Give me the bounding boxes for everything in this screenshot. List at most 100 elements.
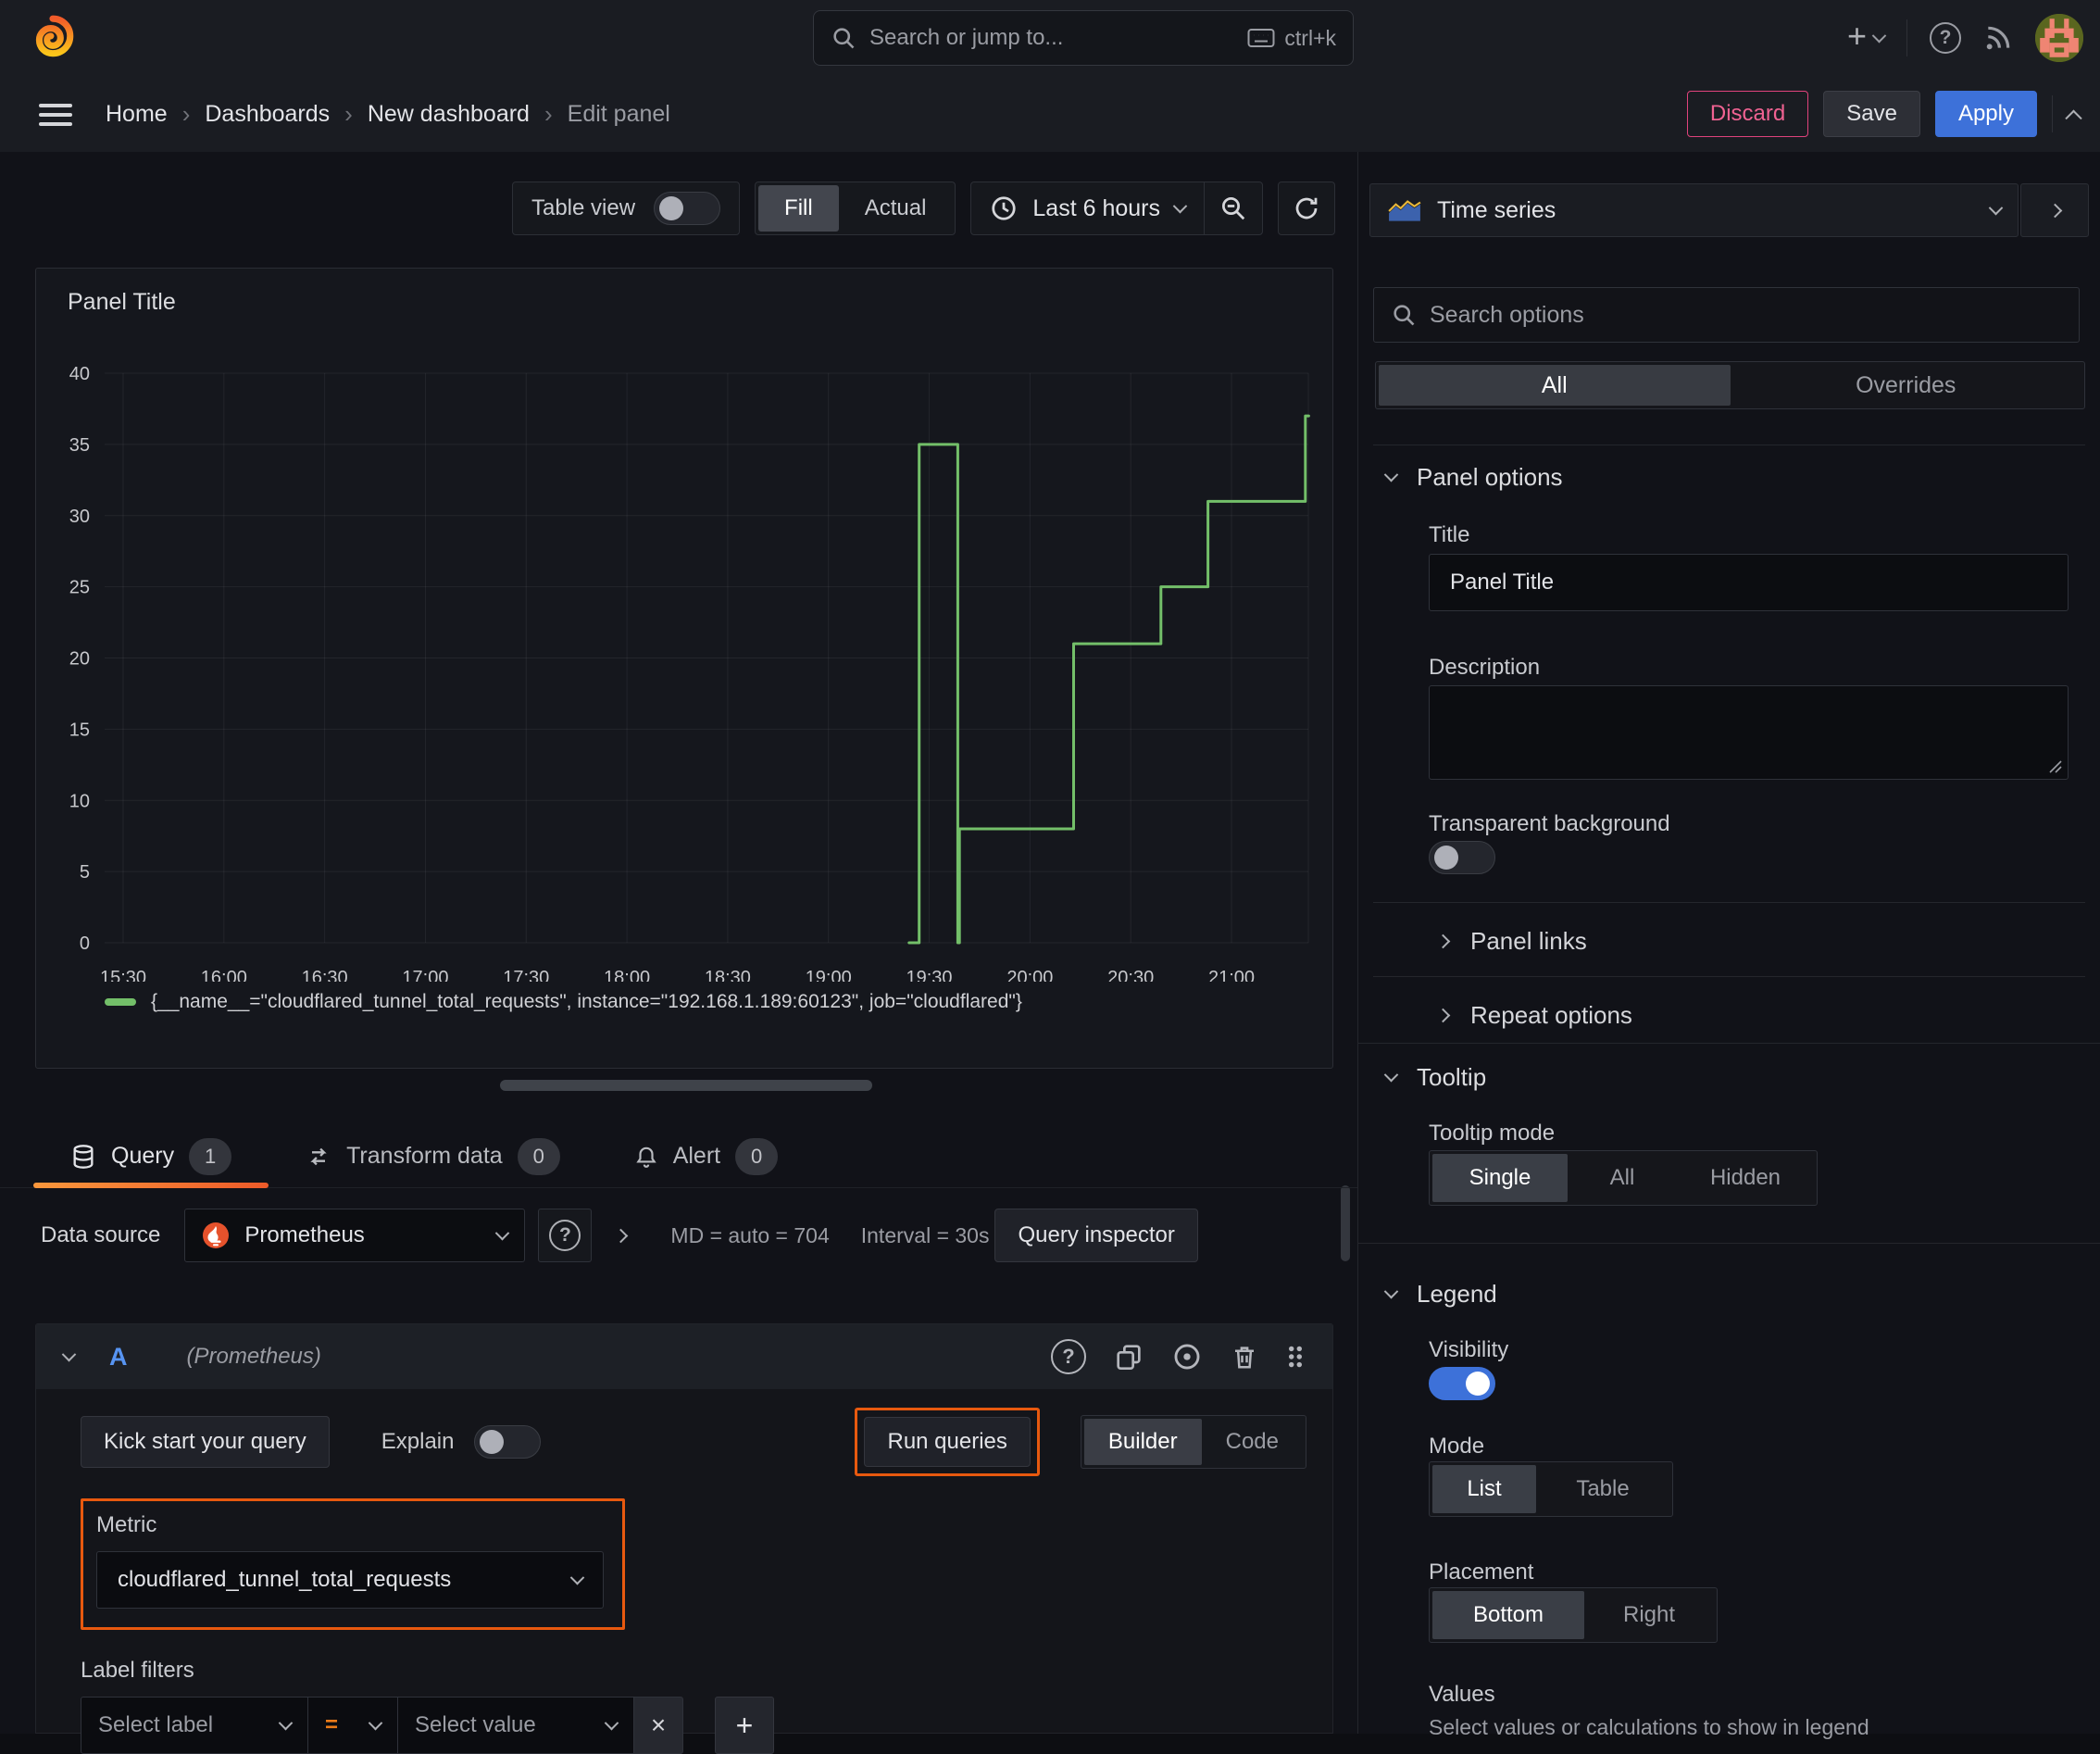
chevron-down-icon	[1871, 28, 1887, 43]
operator-value: =	[325, 1712, 339, 1737]
legend-list-option[interactable]: List	[1432, 1465, 1536, 1513]
delete-query-trash-icon[interactable]	[1231, 1342, 1258, 1372]
tooltip-all-option[interactable]: All	[1568, 1154, 1677, 1202]
breadcrumb-home[interactable]: Home	[106, 101, 168, 128]
apply-button[interactable]: Apply	[1934, 91, 2037, 137]
grafana-logo-icon[interactable]	[30, 15, 76, 61]
legend-mode-segment: List Table	[1429, 1461, 1673, 1517]
description-textarea[interactable]	[1429, 685, 2069, 780]
svg-text:25: 25	[69, 578, 90, 598]
visualization-picker[interactable]: Time series	[1369, 183, 2019, 237]
query-editor-card: A (Prometheus) ? Kick start your query E…	[35, 1323, 1333, 1754]
query-datasource-hint: (Prometheus)	[186, 1344, 321, 1369]
query-row-header[interactable]: A (Prometheus) ?	[36, 1324, 1332, 1389]
drag-handle-icon[interactable]	[1286, 1343, 1305, 1371]
plus-icon: +	[1846, 17, 1867, 55]
global-search-input[interactable]: Search or jump to... ctrl+k	[813, 10, 1354, 66]
chevron-right-icon	[2047, 203, 2062, 218]
repeat-options-section-header[interactable]: Repeat options	[1435, 993, 1632, 1037]
query-help-icon[interactable]: ?	[1051, 1339, 1086, 1374]
placement-right-option[interactable]: Right	[1584, 1591, 1714, 1639]
svg-text:21:00: 21:00	[1208, 968, 1255, 982]
add-filter-button[interactable]: +	[715, 1697, 774, 1754]
datasource-picker[interactable]: Prometheus	[184, 1209, 526, 1262]
chart-legend[interactable]: {__name__="cloudflared_tunnel_total_requ…	[105, 991, 1022, 1013]
tooltip-section-header[interactable]: Tooltip	[1383, 1063, 1486, 1092]
time-range-picker[interactable]: Last 6 hours	[971, 182, 1204, 234]
panel-links-section-header[interactable]: Panel links	[1435, 919, 1587, 963]
metric-select[interactable]: cloudflared_tunnel_total_requests	[96, 1551, 604, 1609]
select-label-dropdown[interactable]: Select label	[81, 1697, 308, 1754]
editor-tabs: Query 1 Transform data 0 Alert 0	[0, 1125, 1357, 1188]
explain-toggle[interactable]	[474, 1425, 542, 1459]
duplicate-query-icon[interactable]	[1114, 1342, 1144, 1372]
collapse-editor-button[interactable]	[2065, 108, 2082, 127]
table-view-toggle[interactable]	[654, 192, 721, 225]
user-avatar[interactable]	[2035, 14, 2083, 62]
placement-bottom-option[interactable]: Bottom	[1432, 1591, 1584, 1639]
remove-filter-button[interactable]: ×	[633, 1697, 683, 1754]
breadcrumb-edit-panel: Edit panel	[567, 100, 670, 127]
datasource-help-button[interactable]: ?	[538, 1209, 593, 1262]
svg-text:17:00: 17:00	[402, 968, 448, 982]
tab-query-label: Query	[111, 1143, 175, 1169]
scrollbar-thumb[interactable]	[1341, 1185, 1350, 1261]
clock-icon	[992, 196, 1017, 220]
time-series-viz-icon	[1388, 200, 1421, 221]
menu-toggle-button[interactable]	[39, 98, 72, 132]
tab-overrides[interactable]: Overrides	[1731, 365, 2082, 406]
tab-alert[interactable]: Alert 0	[597, 1125, 815, 1187]
tab-all[interactable]: All	[1379, 365, 1731, 406]
collapse-query-icon[interactable]	[61, 1347, 77, 1361]
time-series-chart[interactable]: 0 5 10 15 20 25 30 35 40 15:30 16:00 16:30 17:00 17:3…	[36, 269, 1332, 982]
legend-section-header[interactable]: Legend	[1383, 1280, 1497, 1309]
operator-dropdown[interactable]: =	[307, 1697, 398, 1754]
resize-handle-icon[interactable]	[2047, 758, 2062, 773]
actual-option[interactable]: Actual	[839, 185, 953, 232]
fill-option[interactable]: Fill	[758, 185, 839, 232]
run-queries-button[interactable]: Run queries	[864, 1417, 1031, 1467]
panel-resize-handle[interactable]	[500, 1080, 872, 1091]
svg-text:35: 35	[69, 435, 90, 456]
select-label-placeholder: Select label	[98, 1712, 214, 1737]
add-menu-button[interactable]: +	[1847, 19, 1887, 53]
database-icon	[73, 1144, 94, 1169]
save-button[interactable]: Save	[1823, 91, 1920, 137]
chevron-down-icon	[1383, 1067, 1399, 1083]
refresh-button[interactable]	[1278, 182, 1335, 235]
discard-button[interactable]: Discard	[1686, 91, 1809, 137]
tab-transform-data[interactable]: Transform data 0	[269, 1125, 597, 1187]
tooltip-hidden-option[interactable]: Hidden	[1677, 1154, 1814, 1202]
all-overrides-segment: All Overrides	[1375, 361, 2085, 409]
kick-start-query-button[interactable]: Kick start your query	[81, 1416, 330, 1468]
svg-text:19:30: 19:30	[906, 968, 953, 982]
breadcrumb-new-dashboard[interactable]: New dashboard	[368, 101, 530, 128]
breadcrumb-dashboards[interactable]: Dashboards	[205, 101, 330, 128]
builder-option[interactable]: Builder	[1083, 1419, 1202, 1465]
transparent-background-toggle[interactable]	[1429, 841, 1495, 874]
tooltip-single-option[interactable]: Single	[1432, 1154, 1568, 1202]
help-button[interactable]: ?	[1930, 22, 1961, 54]
legend-visibility-toggle[interactable]	[1429, 1367, 1495, 1400]
tab-query[interactable]: Query 1	[33, 1125, 269, 1188]
metric-label: Metric	[96, 1512, 157, 1537]
zoom-out-icon	[1222, 197, 1245, 220]
select-value-dropdown[interactable]: Select value	[397, 1697, 634, 1754]
svg-text:16:30: 16:30	[302, 968, 348, 982]
transparent-background-label: Transparent background	[1429, 811, 1670, 836]
code-option[interactable]: Code	[1202, 1419, 1303, 1465]
panel-title-input[interactable]	[1429, 554, 2069, 611]
zoom-out-button[interactable]	[1205, 182, 1262, 234]
hide-response-eye-icon[interactable]	[1171, 1341, 1203, 1372]
query-options-expand-icon[interactable]	[614, 1228, 629, 1243]
chevron-down-icon	[1383, 467, 1399, 482]
visualization-name: Time series	[1437, 196, 1556, 223]
panel-options-section-header[interactable]: Panel options	[1383, 463, 1563, 492]
refresh-icon	[1295, 197, 1318, 219]
legend-table-option[interactable]: Table	[1536, 1465, 1669, 1513]
query-inspector-button[interactable]: Query inspector	[994, 1209, 1198, 1262]
news-rss-button[interactable]	[1983, 23, 2013, 53]
visibility-label: Visibility	[1429, 1337, 1509, 1362]
collapse-options-pane-button[interactable]	[2020, 183, 2089, 237]
options-search-input[interactable]: Search options	[1373, 287, 2080, 343]
